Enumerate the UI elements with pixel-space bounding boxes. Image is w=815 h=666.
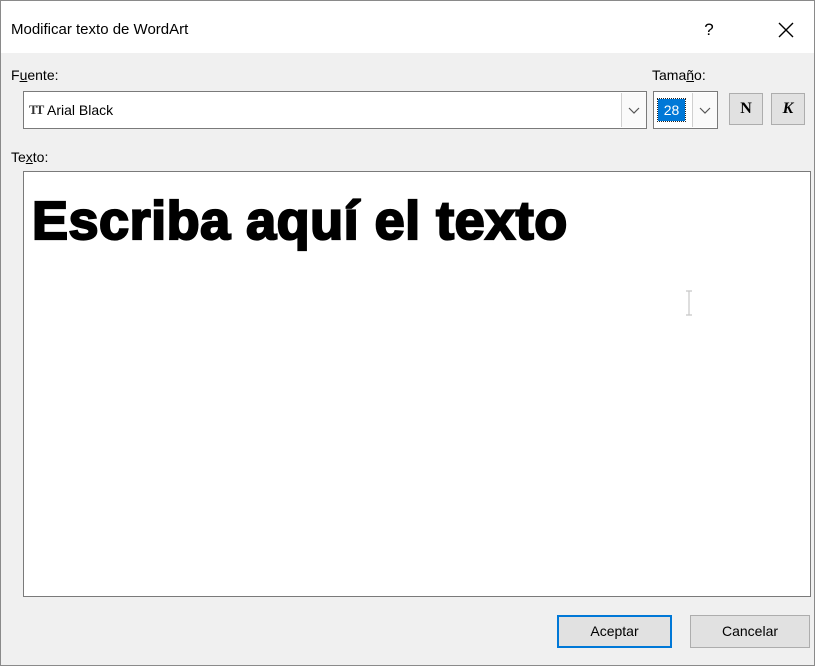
italic-button[interactable]: K: [771, 93, 805, 125]
truetype-font-icon: TT: [29, 102, 44, 117]
wordart-dialog: Modificar texto de WordArt ? Fuente: Tam…: [0, 0, 815, 666]
close-button[interactable]: [763, 15, 809, 45]
ok-button[interactable]: Aceptar: [557, 615, 672, 648]
text-label: Texto:: [11, 149, 49, 165]
size-dropdown-button[interactable]: [692, 93, 717, 127]
text-cursor-icon: [686, 290, 692, 316]
title-bar: Modificar texto de WordArt ?: [1, 1, 814, 53]
font-dropdown-button[interactable]: [621, 93, 646, 127]
cancel-button[interactable]: Cancelar: [690, 615, 810, 648]
font-label: Fuente:: [11, 67, 59, 83]
size-value: 28: [657, 98, 686, 122]
font-select[interactable]: TT Arial Black: [23, 91, 647, 129]
close-icon: [778, 22, 794, 38]
chevron-down-icon: [628, 107, 640, 114]
chevron-down-icon: [699, 107, 711, 114]
bold-button[interactable]: N: [729, 93, 763, 125]
size-select[interactable]: 28: [653, 91, 718, 129]
dialog-title: Modificar texto de WordArt: [11, 21, 189, 38]
font-value: Arial Black: [47, 102, 114, 118]
wordart-text-value: Escriba aquí el texto: [31, 190, 568, 252]
size-label: Tamaño:: [652, 67, 706, 83]
help-button[interactable]: ?: [689, 15, 729, 45]
wordart-text-input[interactable]: Escriba aquí el texto: [23, 171, 811, 597]
